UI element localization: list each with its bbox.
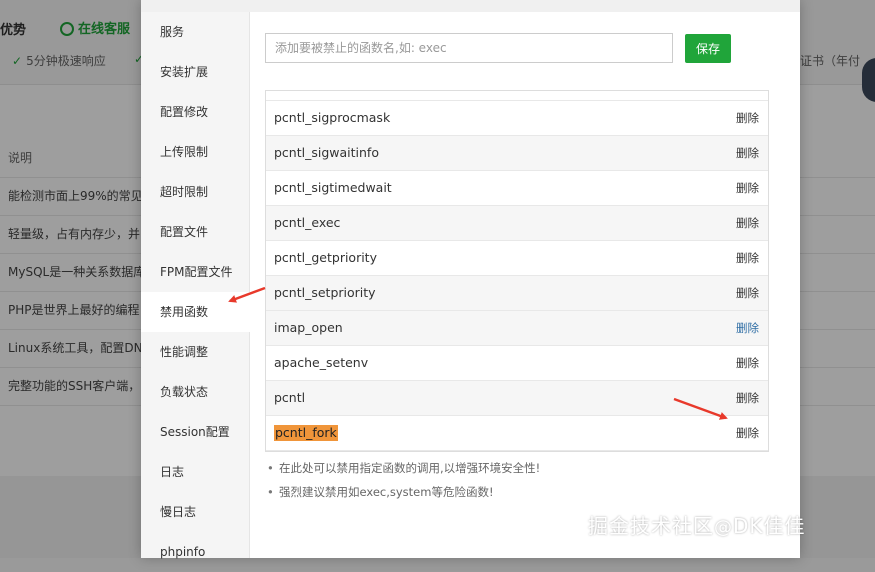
watermark-text: 掘金技术社区: [588, 514, 714, 538]
annotation-arrow-icon: [228, 286, 728, 420]
watermark-author: DK佳佳: [733, 514, 806, 538]
watermark-at: @: [714, 517, 733, 538]
watermark: 掘金技术社区@DK佳佳: [588, 510, 806, 539]
